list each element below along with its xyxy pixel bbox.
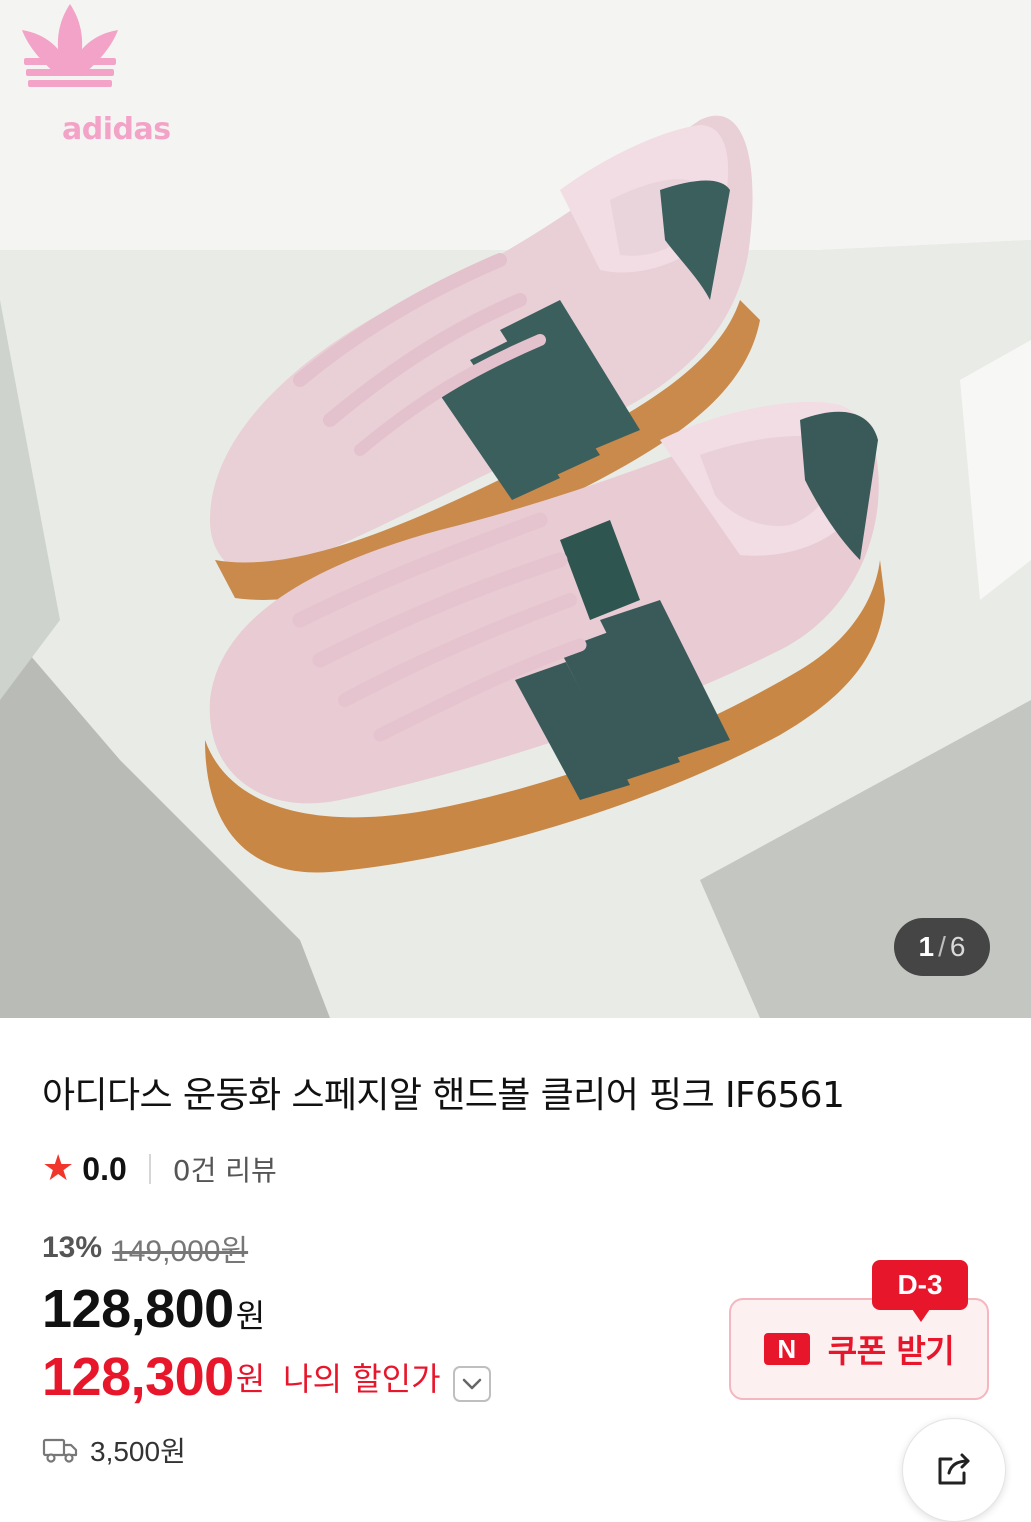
rating-value: 0.0 <box>82 1150 127 1187</box>
image-counter-current: 1 <box>918 931 935 962</box>
image-counter-separator: / <box>938 931 946 962</box>
discount-rate: 13% <box>42 1231 103 1264</box>
original-price: 149,000원 <box>112 1235 249 1268</box>
my-price-label: 나의 할인가 <box>283 1360 441 1398</box>
naver-n-icon: N <box>763 1333 810 1365</box>
product-image-gallery[interactable]: adidas 1 / 6 <box>0 0 1031 1018</box>
my-price-number: 128,300 <box>42 1347 234 1407</box>
share-button[interactable] <box>902 1418 1006 1522</box>
image-counter-total: 6 <box>949 931 966 962</box>
review-count-link[interactable]: 0건 리뷰 <box>173 1149 277 1189</box>
coupon-label: 쿠폰 받기 <box>827 1332 955 1370</box>
product-title: 아디다스 운동화 스페지알 핸드볼 클리어 핑크 IF6561 <box>42 1075 845 1116</box>
sale-price-unit: 원 <box>235 1297 266 1335</box>
coupon-dday-badge: D-3 <box>872 1260 968 1322</box>
get-coupon-button[interactable]: N 쿠폰 받기 <box>729 1298 989 1400</box>
rating-divider <box>148 1154 151 1184</box>
sale-price: 128,800 원 <box>42 1278 265 1340</box>
my-price-expand-button[interactable] <box>452 1366 491 1402</box>
brand-logo-text: adidas <box>62 112 171 147</box>
chevron-down-icon <box>462 1378 481 1390</box>
rating-row[interactable]: ★ 0.0 0건 리뷰 <box>42 1148 277 1190</box>
delivery-truck-icon <box>42 1438 78 1463</box>
my-price-unit: 원 <box>235 1360 266 1398</box>
image-counter: 1 / 6 <box>894 918 990 976</box>
shipping-info: 3,500원 <box>42 1430 186 1470</box>
discount-row: 13% 149,000원 <box>42 1228 248 1268</box>
sale-price-number: 128,800 <box>42 1279 234 1339</box>
my-discount-price[interactable]: 128,300 원 나의 할인가 <box>42 1346 491 1408</box>
share-icon <box>938 1453 970 1485</box>
shipping-cost: 3,500원 <box>90 1436 186 1467</box>
star-icon: ★ <box>42 1148 75 1189</box>
product-photo <box>0 0 1031 1018</box>
adidas-trefoil-logo <box>22 4 118 87</box>
